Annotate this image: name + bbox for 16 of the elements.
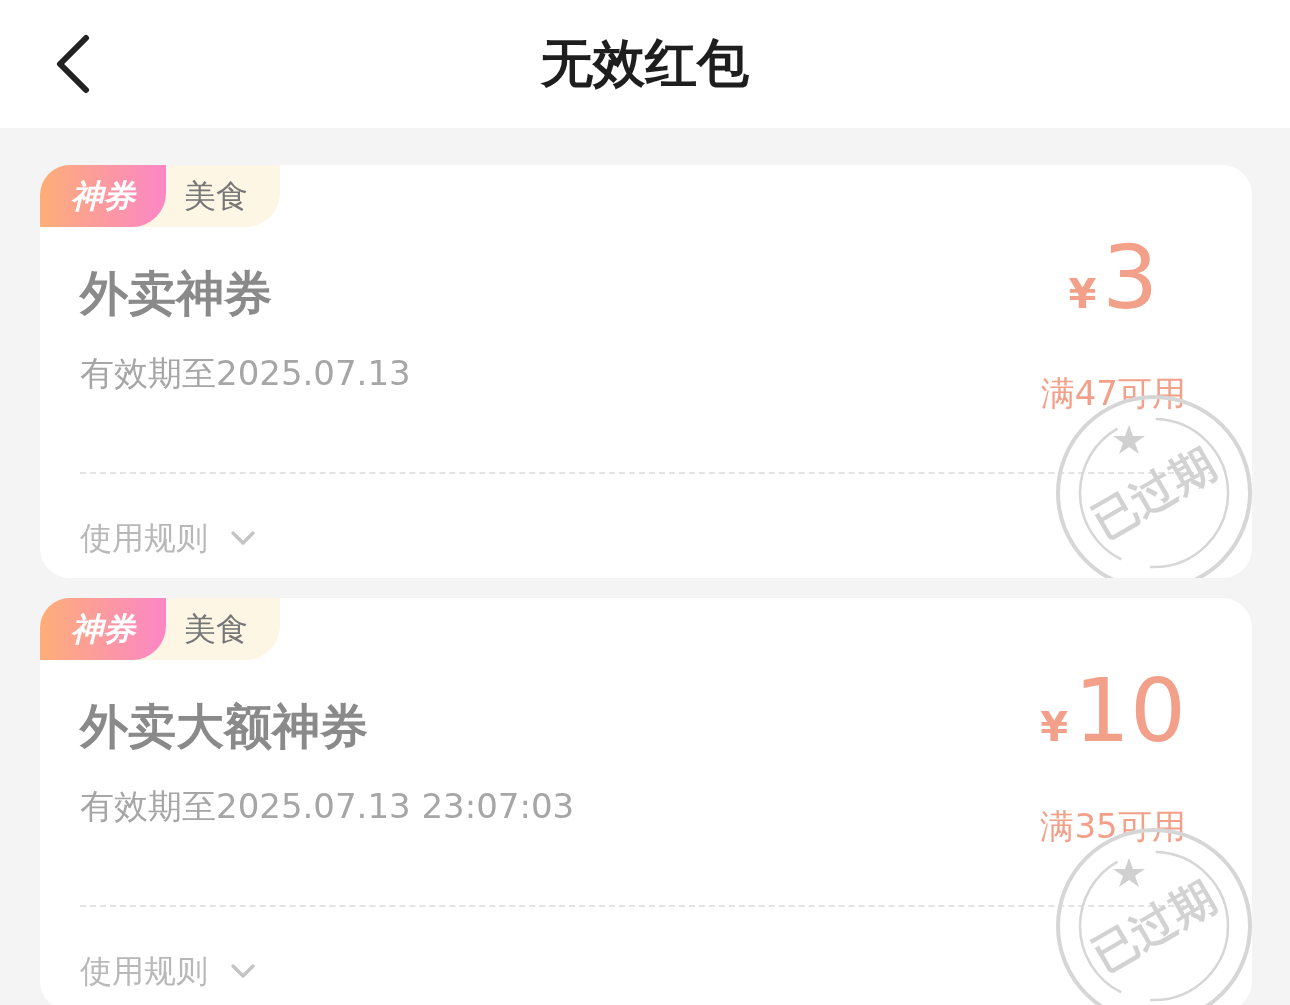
coupon-name: 外卖神券	[80, 264, 273, 323]
validity-text: 有效期至2025.07.13	[80, 352, 411, 395]
currency-sign: ¥	[1068, 270, 1097, 319]
chevron-down-icon	[230, 530, 256, 546]
badge-tag: 神券	[40, 598, 166, 660]
amount-value: 10	[1074, 663, 1186, 759]
chevron-down-icon	[230, 963, 256, 979]
rules-toggle[interactable]: 使用规则	[80, 514, 256, 562]
badge-tag: 神券	[40, 165, 166, 227]
amount-value: 3	[1102, 230, 1159, 326]
currency-sign: ¥	[1040, 703, 1068, 752]
rules-toggle[interactable]: 使用规则	[80, 947, 256, 995]
back-icon[interactable]	[54, 34, 90, 94]
validity-text: 有效期至2025.07.13 23:07:03	[80, 785, 575, 828]
page-title: 无效红包	[541, 32, 749, 95]
coupon-name: 外卖大额神券	[80, 697, 369, 756]
